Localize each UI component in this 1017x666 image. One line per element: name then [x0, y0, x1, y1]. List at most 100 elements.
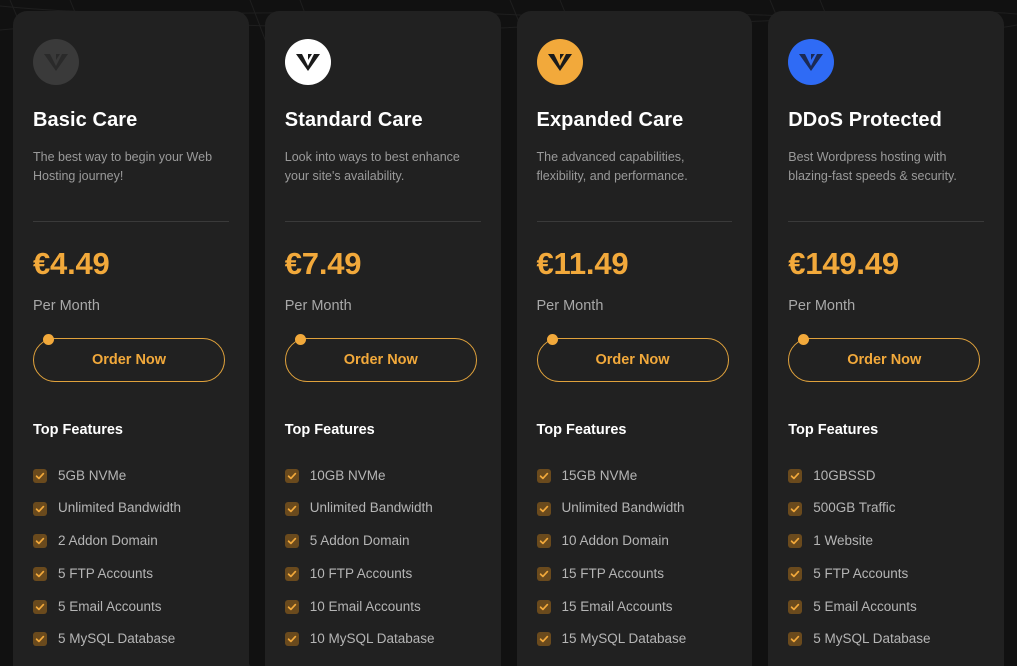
brand-w-logo-glyph: [44, 54, 68, 71]
feature-item: 15 MySQL Database: [536, 631, 733, 647]
feature-list: 15GB NVMe Unlimited Bandwidth 10 Addon Dom…: [536, 468, 733, 648]
feature-item: 15GB NVMe: [536, 468, 733, 484]
feature-label: 10 Email Accounts: [309, 598, 421, 614]
feature-item: 5 FTP Accounts: [788, 566, 984, 582]
brand-w-logo-icon: [788, 39, 835, 85]
feature-label: Unlimited Bandwidth: [309, 500, 433, 516]
order-now-button[interactable]: Order Now: [33, 337, 225, 382]
feature-item: 5GB NVMe: [33, 468, 229, 484]
brand-w-logo-glyph: [547, 54, 572, 71]
features-title: Top Features: [284, 421, 375, 438]
plan-title: DDoS Protected: [788, 109, 942, 131]
order-button-wrapper: Order Now: [788, 333, 984, 382]
features-title: Top Features: [788, 421, 879, 438]
features-title: Top Features: [536, 421, 627, 438]
check-icon: [284, 599, 299, 614]
order-button-dot-icon: [294, 333, 306, 345]
plan-price: €7.49: [284, 245, 362, 281]
feature-item: 5 Email Accounts: [788, 599, 984, 615]
feature-label: 500GB Traffic: [813, 500, 896, 516]
plan-title: Standard Care: [284, 109, 423, 131]
feature-label: 5 MySQL Database: [58, 631, 176, 647]
check-icon: [284, 501, 299, 516]
check-icon: [284, 534, 299, 549]
brand-w-logo-glyph: [295, 54, 320, 71]
plan-card-ddos-protected[interactable]: DDoS Protected Best Wordpress hosting wi…: [768, 11, 1004, 666]
check-icon: [788, 566, 803, 581]
feature-label: Unlimited Bandwidth: [561, 500, 685, 516]
plan-card-standard-care[interactable]: Standard Care Look into ways to best enh…: [264, 11, 501, 666]
feature-label: 5 FTP Accounts: [813, 565, 909, 581]
feature-item: 5 Addon Domain: [284, 533, 481, 549]
feature-item: 1 Website: [788, 533, 984, 549]
feature-item: 10 Addon Domain: [536, 533, 733, 549]
check-icon: [33, 534, 47, 549]
order-now-button[interactable]: Order Now: [788, 337, 981, 382]
check-icon: [33, 599, 47, 614]
feature-item: 5 FTP Accounts: [33, 566, 229, 582]
feature-label: 10GB NVMe: [309, 467, 386, 483]
divider: [33, 220, 229, 222]
feature-label: 15 FTP Accounts: [561, 565, 665, 581]
check-icon: [284, 566, 299, 581]
feature-label: Unlimited Bandwidth: [58, 500, 182, 516]
feature-label: 10 MySQL Database: [309, 631, 435, 647]
order-now-button[interactable]: Order Now: [536, 337, 729, 382]
feature-label: 15 MySQL Database: [561, 631, 687, 647]
plan-price: €149.49: [788, 245, 899, 281]
check-icon: [536, 468, 551, 483]
check-icon: [788, 632, 803, 647]
feature-list: 10GBSSD 500GB Traffic 1 Website 5 FTP Accou…: [788, 468, 984, 648]
check-icon: [33, 501, 47, 516]
feature-label: 5 Email Accounts: [58, 598, 162, 614]
plan-card-basic-care[interactable]: Basic Care The best way to begin your We…: [13, 11, 249, 666]
order-button-wrapper: Order Now: [284, 333, 481, 382]
feature-label: 5 MySQL Database: [813, 631, 931, 647]
check-icon: [284, 632, 299, 647]
check-icon: [33, 468, 47, 483]
feature-item: 10GB NVMe: [284, 467, 481, 484]
check-icon: [788, 534, 803, 549]
feature-item: Unlimited Bandwidth: [33, 500, 229, 516]
plan-description: Best Wordpress hosting with blazing-fast…: [788, 150, 957, 184]
divider: [536, 220, 733, 222]
feature-list: 10GB NVMe Unlimited Bandwidth 5 Addon Doma…: [284, 467, 481, 648]
check-icon: [536, 501, 551, 516]
feature-label: 5 FTP Accounts: [58, 565, 154, 581]
check-icon: [33, 566, 47, 581]
feature-item: 15 Email Accounts: [536, 598, 733, 615]
divider: [788, 220, 984, 222]
plan-period: Per Month: [788, 297, 856, 314]
check-icon: [33, 632, 47, 647]
plan-title: Expanded Care: [536, 109, 684, 131]
check-icon: [536, 566, 551, 581]
feature-label: 5GB NVMe: [58, 467, 127, 483]
plan-period: Per Month: [536, 297, 604, 314]
feature-label: 1 Website: [813, 533, 874, 549]
pricing-grid: Basic Care The best way to begin your We…: [0, 0, 1017, 666]
check-icon: [536, 599, 551, 614]
feature-item: 2 Addon Domain: [33, 533, 229, 549]
plan-description: Look into ways to best enhance your site…: [284, 150, 460, 184]
feature-label: 10 Addon Domain: [561, 533, 669, 549]
brand-w-logo-icon: [536, 39, 583, 85]
features-title: Top Features: [33, 421, 123, 438]
plan-title: Basic Care: [33, 109, 138, 131]
order-button-dot-icon: [798, 333, 810, 345]
feature-list: 5GB NVMe Unlimited Bandwidth 2 Addon Domai…: [33, 468, 229, 648]
check-icon: [284, 468, 299, 483]
order-button-wrapper: Order Now: [536, 333, 733, 382]
order-now-button[interactable]: Order Now: [284, 337, 477, 382]
plan-card-expanded-care[interactable]: Expanded Care The advanced capabilities,…: [516, 11, 753, 666]
feature-label: 10 FTP Accounts: [309, 565, 413, 581]
plan-period: Per Month: [33, 297, 100, 314]
feature-label: 15 Email Accounts: [561, 598, 673, 614]
order-button-wrapper: Order Now: [33, 333, 229, 382]
order-button-dot-icon: [43, 333, 54, 345]
brand-w-logo-glyph: [799, 54, 824, 71]
plan-price: €4.49: [33, 245, 110, 281]
feature-item: 10 FTP Accounts: [284, 565, 481, 582]
feature-label: 10GBSSD: [813, 467, 876, 483]
order-button-dot-icon: [546, 333, 558, 345]
feature-item: 10 MySQL Database: [284, 631, 481, 647]
